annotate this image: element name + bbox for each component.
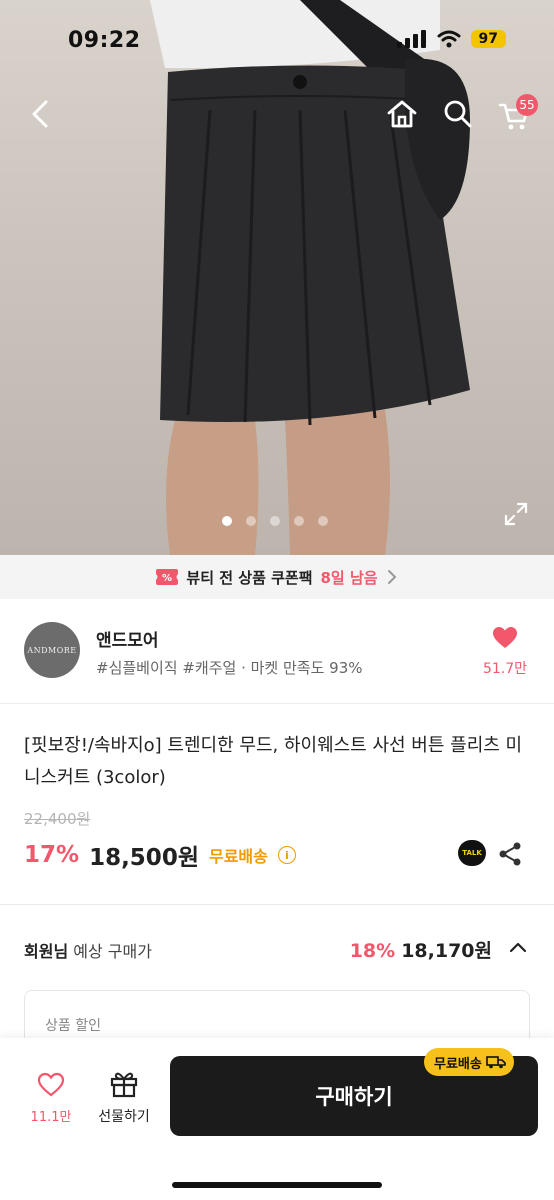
truck-icon [486, 1056, 506, 1069]
coupon-text: 뷰티 전 상품 쿠폰팩 [186, 568, 313, 587]
heart-outline-icon [37, 1072, 65, 1097]
original-price: 22,400원 [24, 810, 91, 828]
seller-name[interactable]: 앤드모어 [96, 626, 159, 651]
wishlist-count: 11.1만 [30, 1110, 72, 1125]
coupon-banner[interactable]: % 뷰티 전 상품 쿠폰팩 8일 남음 [0, 555, 554, 599]
cart-count-badge: 55 [516, 94, 538, 116]
gift-button[interactable]: 선물하기 [92, 1070, 156, 1126]
chevron-right-icon [387, 570, 396, 584]
seller-like-count: 51.7만 [482, 661, 528, 677]
carousel-dot[interactable] [270, 516, 280, 526]
gift-icon [110, 1072, 138, 1098]
share-button[interactable] [496, 840, 524, 872]
svg-text:%: % [162, 573, 172, 584]
section-divider [0, 904, 554, 905]
carousel-dot[interactable] [294, 516, 304, 526]
fullscreen-button[interactable] [494, 492, 538, 536]
expand-icon [504, 502, 528, 526]
seller-tags: #심플베이직 #캐주얼 · 마켓 만족도 93% [96, 659, 363, 677]
price-row: 17% 18,500원 무료배송 i [24, 838, 296, 872]
gift-label: 선물하기 [98, 1109, 150, 1125]
member-price: 18,170원 [401, 940, 492, 962]
product-image-carousel[interactable]: 09:22 97 55 [0, 0, 554, 555]
seller-logo[interactable]: ANDMORE [24, 622, 80, 678]
bottom-action-bar: 11.1만 선물하기 무료배송 구매하기 [0, 1038, 554, 1200]
info-icon[interactable]: i [277, 846, 296, 864]
seller-section[interactable]: ANDMORE 앤드모어 #심플베이직 #캐주얼 · 마켓 만족도 93% 51… [0, 600, 554, 704]
member-label-text: 예상 구매가 [68, 942, 152, 961]
coupon-deadline: 8일 남음 [320, 568, 378, 587]
member-label-bold: 회원님 [24, 942, 69, 961]
share-icon [499, 842, 521, 866]
kakaotalk-share-button[interactable]: TALK [458, 840, 486, 866]
carousel-dot[interactable] [246, 516, 256, 526]
carousel-dot[interactable] [222, 516, 232, 526]
coupon-icon: % [156, 569, 179, 585]
heart-filled-icon [493, 627, 517, 648]
search-button[interactable] [436, 92, 480, 136]
status-bar: 09:22 97 [0, 0, 554, 80]
carousel-indicator [222, 516, 328, 526]
free-shipping-badge: 무료배송 [424, 1048, 514, 1076]
wifi-icon [437, 30, 461, 48]
product-discount-label: 상품 할인 [45, 1018, 101, 1034]
wishlist-button[interactable]: 11.1만 [28, 1072, 74, 1125]
member-discount-rate: 18% [349, 940, 396, 962]
home-indicator [172, 1182, 382, 1188]
search-icon [444, 100, 472, 128]
product-title: [핏보장!/속바지o] 트렌디한 무드, 하이웨스트 사선 버튼 플리츠 미니스… [24, 735, 523, 788]
home-button[interactable] [380, 92, 424, 136]
chevron-left-icon [32, 100, 48, 128]
status-time: 09:22 [68, 28, 141, 53]
back-button[interactable] [18, 92, 62, 136]
sale-price: 18,500원 [89, 845, 199, 871]
free-shipping-label: 무료배송 [208, 847, 268, 866]
discount-rate: 17% [24, 842, 80, 868]
seller-like-button[interactable]: 51.7만 [480, 626, 530, 678]
signal-icon [396, 30, 426, 48]
carousel-dot[interactable] [318, 516, 328, 526]
battery-indicator: 97 [470, 30, 506, 48]
home-icon [387, 100, 417, 128]
member-price-row[interactable]: 회원님 예상 구매가 18% 18,170원 [24, 934, 530, 966]
chevron-up-icon[interactable] [508, 940, 528, 954]
product-photo [150, 0, 470, 555]
